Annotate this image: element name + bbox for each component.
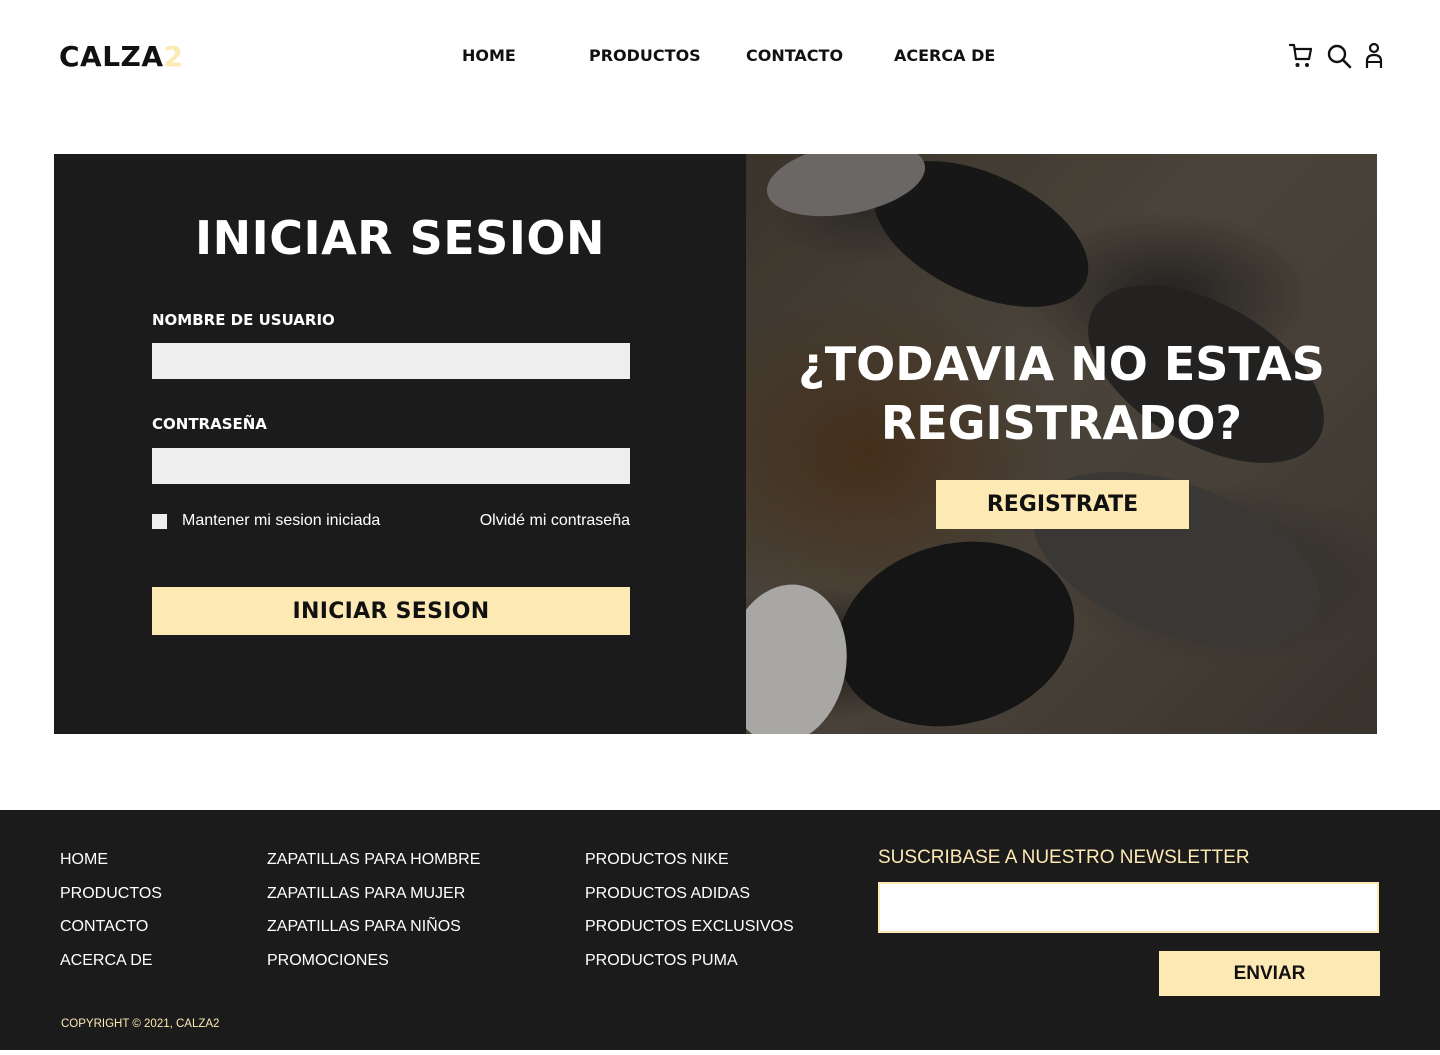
newsletter-email-input[interactable]: [878, 882, 1379, 933]
footer-col-brands: PRODUCTOS NIKE PRODUCTOS ADIDAS PRODUCTO…: [585, 851, 794, 985]
footer-link-puma[interactable]: PRODUCTOS PUMA: [585, 952, 794, 986]
footer-link-acerca-de[interactable]: ACERCA DE: [60, 952, 162, 986]
footer-link-promociones[interactable]: PROMOCIONES: [267, 952, 480, 986]
footer-link-exclusivos[interactable]: PRODUCTOS EXCLUSIVOS: [585, 918, 794, 952]
username-label: NOMBRE DE USUARIO: [152, 311, 335, 329]
remember-label: Mantener mi sesion iniciada: [182, 512, 381, 529]
site-footer: HOME PRODUCTOS CONTACTO ACERCA DE ZAPATI…: [0, 810, 1440, 1050]
footer-link-hombre[interactable]: ZAPATILLAS PARA HOMBRE: [267, 851, 480, 885]
login-section: INICIAR SESION NOMBRE DE USUARIO CONTRAS…: [54, 154, 746, 734]
nav-home[interactable]: HOME: [462, 46, 516, 65]
auth-panel: INICIAR SESION NOMBRE DE USUARIO CONTRAS…: [54, 154, 1377, 734]
nav-contacto[interactable]: CONTACTO: [746, 46, 843, 65]
remember-checkbox[interactable]: [152, 513, 167, 529]
footer-link-ninos[interactable]: ZAPATILLAS PARA NIÑOS: [267, 918, 480, 952]
register-title: ¿TODAVIA NO ESTAS REGISTRADO?: [746, 335, 1377, 453]
logo-text: CALZA: [59, 40, 164, 73]
nav-acerca-de[interactable]: ACERCA DE: [894, 46, 995, 65]
remember-me[interactable]: Mantener mi sesion iniciada: [152, 512, 380, 530]
newsletter-send-button[interactable]: ENVIAR: [1159, 951, 1380, 996]
footer-link-contacto[interactable]: CONTACTO: [60, 918, 162, 952]
footer-link-nike[interactable]: PRODUCTOS NIKE: [585, 851, 794, 885]
footer-link-adidas[interactable]: PRODUCTOS ADIDAS: [585, 885, 794, 919]
nav-productos[interactable]: PRODUCTOS: [589, 46, 701, 65]
cart-icon[interactable]: [1288, 42, 1314, 70]
footer-link-mujer[interactable]: ZAPATILLAS PARA MUJER: [267, 885, 480, 919]
footer-col-categories: ZAPATILLAS PARA HOMBRE ZAPATILLAS PARA M…: [267, 851, 480, 985]
register-title-line2: REGISTRADO?: [880, 396, 1243, 450]
password-input[interactable]: [152, 448, 630, 484]
newsletter-title: SUSCRIBASE A NUESTRO NEWSLETTER: [878, 847, 1250, 868]
login-button[interactable]: INICIAR SESION: [152, 587, 630, 635]
footer-link-productos[interactable]: PRODUCTOS: [60, 885, 162, 919]
logo[interactable]: CALZA2: [59, 40, 184, 73]
register-promo: ¿TODAVIA NO ESTAS REGISTRADO? REGISTRATE: [746, 154, 1377, 734]
username-input[interactable]: [152, 343, 630, 379]
footer-link-home[interactable]: HOME: [60, 851, 162, 885]
login-title: INICIAR SESION: [194, 211, 606, 265]
user-icon[interactable]: [1361, 42, 1387, 70]
footer-col-site: HOME PRODUCTOS CONTACTO ACERCA DE: [60, 851, 162, 985]
register-title-line1: ¿TODAVIA NO ESTAS: [798, 337, 1325, 391]
register-button[interactable]: REGISTRATE: [936, 480, 1189, 529]
copyright: COPYRIGHT © 2021, CALZA2: [61, 1018, 220, 1030]
search-icon[interactable]: [1326, 42, 1352, 70]
logo-accent: 2: [163, 40, 184, 73]
password-label: CONTRASEÑA: [152, 415, 267, 433]
forgot-password-link[interactable]: Olvidé mi contraseña: [480, 512, 630, 530]
site-header: CALZA2 HOME PRODUCTOS CONTACTO ACERCA DE: [0, 0, 1440, 115]
